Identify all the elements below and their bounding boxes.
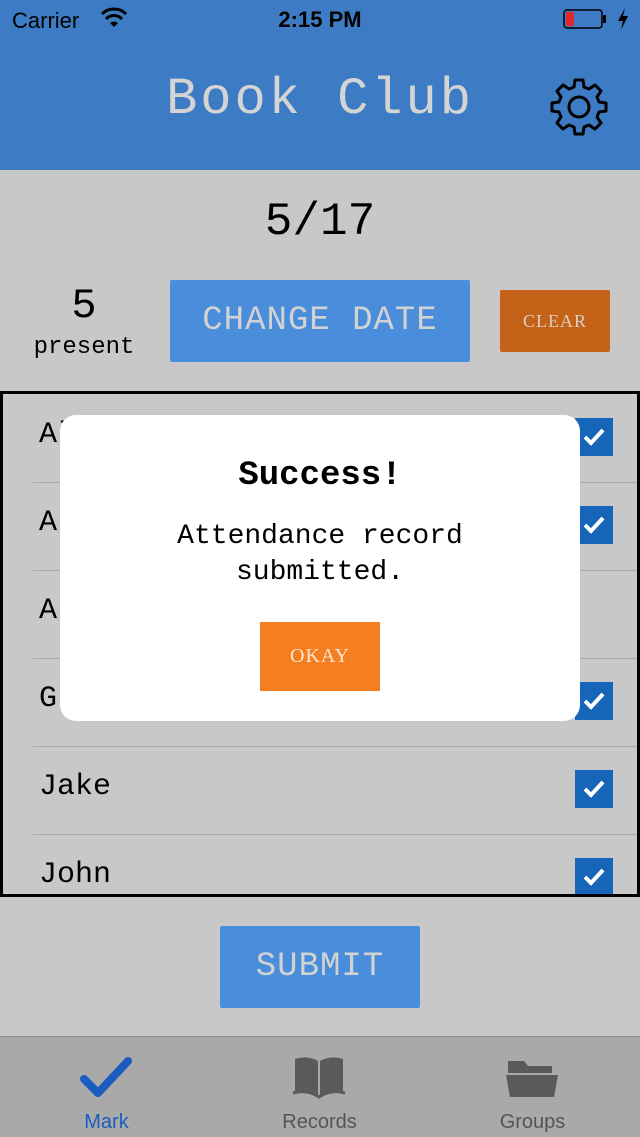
attendance-checkbox[interactable]: [575, 506, 613, 544]
dialog-message: Attendance record submitted.: [177, 521, 463, 588]
tab-groups[interactable]: Groups: [426, 1037, 639, 1137]
checkmark-icon: [583, 868, 605, 886]
clock: 2:15 PM: [278, 7, 362, 32]
dialog-title: Success!: [238, 457, 402, 495]
attendance-checkbox[interactable]: [575, 418, 613, 456]
tab-mark[interactable]: Mark: [0, 1037, 213, 1137]
book-icon: [292, 1057, 346, 1099]
member-row[interactable]: Jake: [33, 746, 637, 835]
present-count: 5: [71, 282, 97, 330]
tab-label: Groups: [499, 1111, 566, 1133]
checkmark-icon: [583, 692, 605, 710]
status-bar: Carrier 2:15 PM: [0, 0, 640, 40]
present-label: present: [33, 334, 135, 361]
checkmark-icon: [583, 780, 605, 798]
member-name: Jake: [39, 770, 112, 804]
member-name: A: [39, 594, 58, 628]
attendance-checkbox[interactable]: [575, 858, 613, 894]
member-name: A: [39, 506, 58, 540]
okay-button[interactable]: OKAY: [260, 622, 380, 691]
change-date-button[interactable]: CHANGE DATE: [170, 280, 470, 362]
app-title: Book Club: [166, 70, 474, 129]
tab-label: Mark: [84, 1111, 129, 1133]
member-name: John: [39, 858, 112, 892]
checkmark-icon: [583, 428, 605, 446]
member-name: G: [39, 682, 58, 716]
gear-icon[interactable]: [548, 76, 610, 138]
checkmark-icon: [583, 516, 605, 534]
attendance-date: 5/17: [264, 196, 376, 248]
submit-button[interactable]: SUBMIT: [220, 926, 420, 1008]
checkmark-icon: [80, 1057, 132, 1097]
attendance-checkbox[interactable]: [575, 682, 613, 720]
clear-button[interactable]: CLEAR: [500, 290, 610, 352]
success-dialog: Success! Attendance record submitted. OK…: [60, 415, 580, 721]
folder-icon: [506, 1061, 558, 1097]
tab-bar: Mark Records Groups: [0, 1036, 640, 1137]
tab-label: Records: [282, 1111, 357, 1133]
tab-records[interactable]: Records: [213, 1037, 426, 1137]
member-row[interactable]: John: [33, 834, 637, 894]
attendance-checkbox[interactable]: [575, 770, 613, 808]
battery-icon: [563, 9, 606, 29]
charging-icon: [618, 8, 628, 30]
header: Book Club: [0, 40, 640, 170]
